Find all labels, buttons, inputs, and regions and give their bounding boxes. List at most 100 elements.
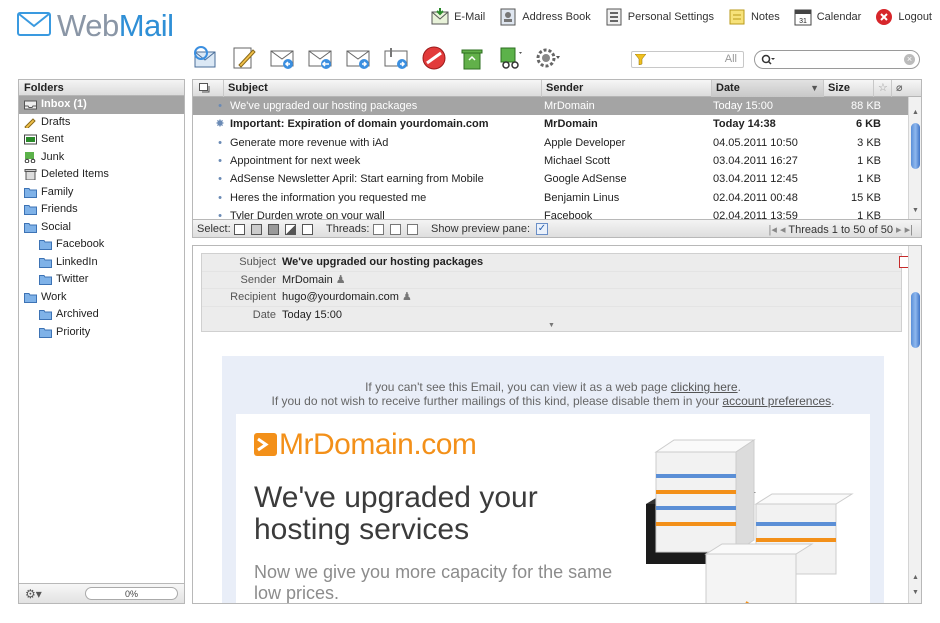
message-row[interactable]: • Generate more revenue with iAd Apple Dev… [193,134,909,152]
message-date: 03.04.2011 12:45 [713,173,798,186]
first-page-icon[interactable]: |◂ [769,224,777,236]
column-sender[interactable]: Sender [541,80,711,97]
webview-link[interactable]: clicking here [671,380,738,394]
folder-item-work[interactable]: Work [19,289,184,307]
unread-status-icon: ✸ [215,118,225,131]
sender-value[interactable]: MrDomain ♟ [282,272,346,290]
filter-select[interactable]: All [631,51,744,68]
nav-logout[interactable]: Logout [875,6,932,28]
column-size[interactable]: Size [823,80,873,97]
calendar-icon-day: 31 [799,18,807,25]
select-unread-icon[interactable] [268,224,279,235]
column-attachment[interactable]: ⌀ [891,80,909,97]
expand-threads-icon[interactable] [373,224,384,235]
forward-attachment-button[interactable] [380,42,412,74]
folder-actions-gear-icon[interactable]: ⚙▾ [25,587,42,601]
folder-item-junk[interactable]: Junk [19,149,184,167]
recipient-address: hugo@yourdomain.com [282,291,399,303]
folder-item-drafts[interactable]: Drafts [19,114,184,132]
preview-pane-checkbox[interactable]: ✓ [536,223,548,235]
check-mail-button[interactable] [190,42,222,74]
nav-calendar[interactable]: 31 Calendar [794,6,861,28]
column-subject[interactable]: Subject [223,80,541,97]
nav-personal-settings[interactable]: Personal Settings [605,6,714,28]
folder-label: Friends [41,203,78,215]
search-input[interactable]: × [754,50,920,69]
recipient-value[interactable]: hugo@yourdomain.com ♟ [282,289,412,307]
message-row[interactable]: • Appointment for next week Michael Scott 0… [193,152,909,170]
folder-label: Priority [56,325,91,338]
contact-icon[interactable]: ♟ [336,274,346,286]
nav-email[interactable]: E-Mail [431,6,485,28]
folder-item-family[interactable]: Family [19,184,184,202]
folder-item-sent[interactable]: Sent [19,131,184,149]
subject-key: Subject [239,256,276,268]
select-page-icon[interactable] [251,224,262,235]
filter-value: All [724,53,737,65]
folder-item-twitter[interactable]: Twitter [19,271,184,289]
clear-search-icon[interactable]: × [904,54,915,65]
pager-text: Threads 1 to 50 of 50 [788,224,893,236]
message-row[interactable]: • Heres the information you requested me B… [193,189,909,207]
newsletter-subline: Now we give you more capacity for the sa… [254,562,613,603]
folder-icon [24,204,37,215]
recycle-icon [461,49,483,70]
folder-item-priority[interactable]: Priority [19,324,184,342]
folder-item-friends[interactable]: Friends [19,201,184,219]
delete-button[interactable] [418,42,450,74]
list-scroll-thumb[interactable] [911,123,920,169]
reply-button[interactable] [266,42,298,74]
column-flag[interactable]: ☆ [873,80,891,97]
recycle-button[interactable] [456,42,488,74]
select-all-icon[interactable] [234,224,245,235]
message-row[interactable]: • AdSense Newsletter April: Start earning… [193,170,909,188]
message-row[interactable]: ✸ Important: Expiration of domain yourdom… [193,115,909,133]
folder-item-social[interactable]: Social [19,219,184,237]
scroll-down-icon[interactable]: ▼ [912,589,919,596]
scroll-up-icon[interactable]: ▲ [912,109,919,116]
scroll-down-icon[interactable]: ▼ [912,207,919,214]
account-preferences-link[interactable]: account preferences [722,394,831,408]
select-none-icon[interactable] [302,224,313,235]
reply-all-button[interactable] [304,42,336,74]
date-value: Today 15:00 [282,308,342,321]
folder-item-deleted-items[interactable]: Deleted Items [19,166,184,184]
preview-scroll-thumb[interactable] [911,292,920,348]
folder-item-linkedin[interactable]: LinkedIn [19,254,184,272]
compose-button[interactable] [228,42,260,74]
nav-notes[interactable]: Notes [728,6,780,28]
list-scrollbar[interactable]: ▲ ▼ [908,97,921,219]
expand-unread-icon[interactable] [390,224,401,235]
folders-header: Folders [19,80,184,96]
scroll-up-icon[interactable]: ▲ [912,574,919,581]
thread-toggle[interactable] [193,80,223,97]
collapse-threads-icon[interactable] [407,224,418,235]
newsletter-headline: We've upgraded your hosting services [254,481,538,546]
nav-notes-label: Notes [750,11,780,23]
spam-button[interactable] [494,42,526,74]
top-navigation: E-Mail Address Book Personal Settings No… [417,6,932,28]
select-invert-icon[interactable] [285,224,296,235]
prev-page-icon[interactable]: ◂ [780,224,786,236]
message-row[interactable]: • We've upgraded our hosting packages MrDo… [193,97,909,116]
folder-item-facebook[interactable]: Facebook [19,236,184,254]
message-size: 6 KB [855,118,881,131]
column-date[interactable]: Date ▼ [711,80,823,97]
next-page-icon[interactable]: ▸ [896,224,902,236]
folder-item-inbox-1[interactable]: Inbox (1) [19,96,184,114]
folder-icon [24,292,37,303]
spam-icon [500,47,522,69]
last-page-icon[interactable]: ▸| [905,224,913,236]
expand-headers-icon[interactable]: ▼ [548,322,555,329]
message-sender: Apple Developer [544,136,626,149]
folder-item-archived[interactable]: Archived [19,306,184,324]
forward-button[interactable] [342,42,374,74]
preview-pane: Subject We've upgraded our hosting packa… [192,245,922,604]
actions-button[interactable] [532,42,564,74]
webview-note-text: If you can't see this Email, you can vie… [365,380,671,394]
folder-icon [24,222,37,233]
preview-scrollbar[interactable]: ▲ ▼ [908,246,921,603]
star-icon: ☆ [878,82,888,94]
nav-address-book[interactable]: Address Book [499,6,591,28]
contact-icon[interactable]: ♟ [402,291,412,303]
